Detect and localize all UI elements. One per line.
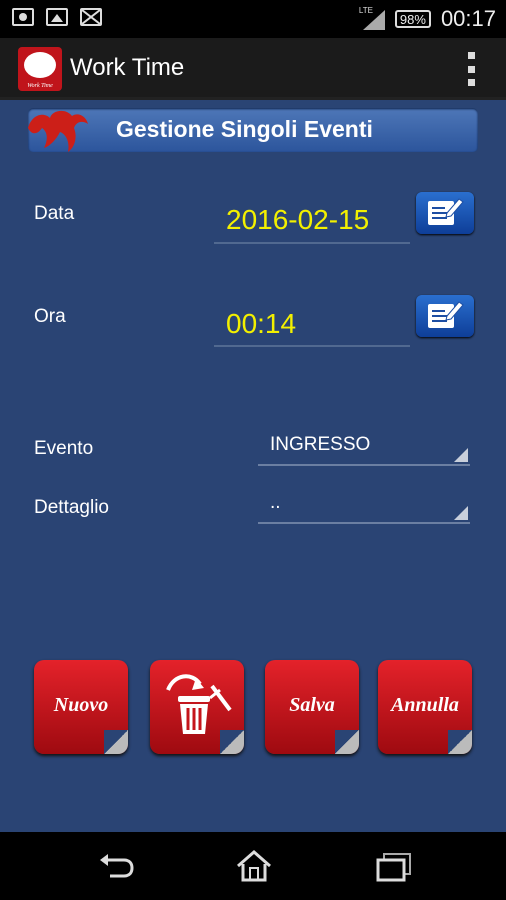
- time-field[interactable]: 00:14: [214, 303, 410, 347]
- page-curl: [104, 730, 128, 754]
- mail-icon: [80, 8, 102, 26]
- status-bar: LTE 98% 00:17: [0, 0, 506, 38]
- status-right: LTE 98% 00:17: [359, 6, 496, 32]
- image-icon: [46, 8, 68, 26]
- date-field[interactable]: 2016-02-15: [214, 200, 410, 244]
- date-label: Data: [34, 203, 75, 224]
- date-edit-button[interactable]: [416, 192, 474, 234]
- home-icon[interactable]: [234, 850, 274, 882]
- detail-select-value: ..: [270, 492, 281, 513]
- camera-icon: [12, 8, 34, 26]
- app-icon-caption: Work Time: [27, 83, 53, 89]
- section-title: Gestione Singoli Eventi: [116, 116, 373, 142]
- event-label: Evento: [34, 438, 94, 459]
- dropdown-arrow-icon: [454, 448, 468, 462]
- event-select-value: INGRESSO: [270, 434, 371, 455]
- action-bar: Work Time Work Time: [0, 38, 506, 100]
- save-button[interactable]: Salva: [265, 660, 359, 754]
- cancel-button-label: Annulla: [391, 694, 459, 716]
- page-curl: [448, 730, 472, 754]
- delete-button[interactable]: [150, 660, 244, 754]
- notification-icons: [12, 8, 102, 26]
- clock: 00:17: [440, 6, 496, 31]
- time-edit-button[interactable]: [416, 295, 474, 337]
- recents-icon[interactable]: [374, 850, 414, 882]
- detail-label: Dettaglio: [34, 497, 109, 518]
- logo-icon: [28, 110, 88, 152]
- overflow-menu-icon[interactable]: [468, 52, 476, 86]
- app-title: Work Time: [70, 54, 185, 81]
- main-content: Gestione Singoli Eventi Data 2016-02-15 …: [0, 100, 506, 832]
- battery-level: 98%: [399, 12, 426, 27]
- cancel-button[interactable]: Annulla: [378, 660, 472, 754]
- edit-icon: [428, 198, 464, 225]
- new-button[interactable]: Nuovo: [34, 660, 128, 754]
- save-button-label: Salva: [289, 694, 335, 716]
- app-icon[interactable]: Work Time: [18, 47, 62, 91]
- signal-icon: LTE: [359, 6, 385, 30]
- page-curl: [220, 730, 244, 754]
- event-select[interactable]: INGRESSO: [258, 434, 470, 466]
- battery-icon: 98%: [394, 10, 431, 28]
- navigation-bar: [0, 832, 506, 900]
- edit-icon: [428, 301, 464, 328]
- page-curl: [335, 730, 359, 754]
- dropdown-arrow-icon: [454, 506, 468, 520]
- time-label: Ora: [34, 306, 66, 327]
- back-icon[interactable]: [96, 850, 136, 882]
- new-button-label: Nuovo: [53, 694, 109, 716]
- detail-select[interactable]: ..: [258, 492, 470, 524]
